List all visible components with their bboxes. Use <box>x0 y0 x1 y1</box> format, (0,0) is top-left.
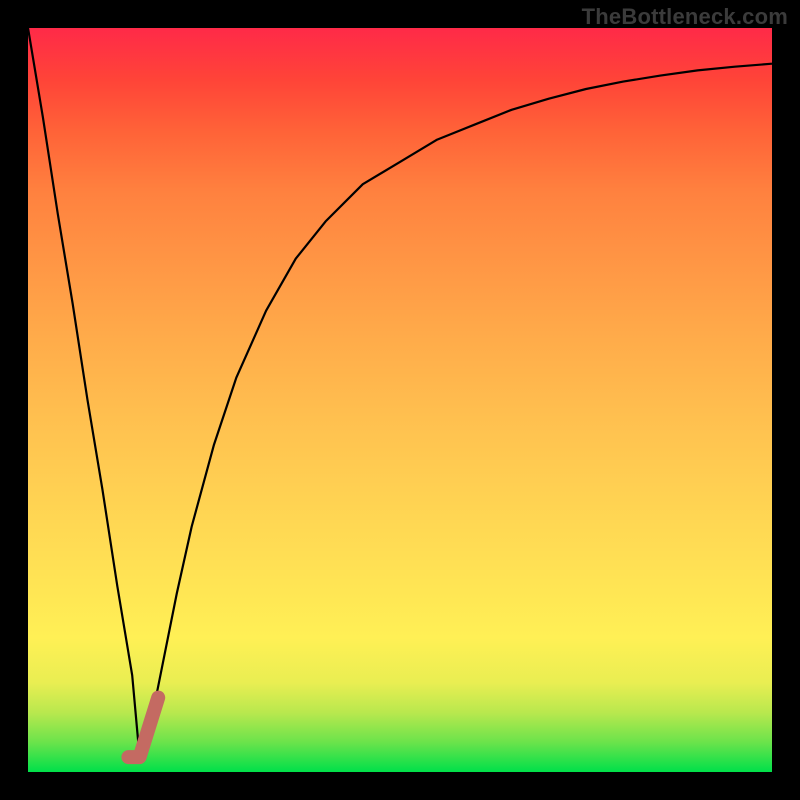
highlight-marker <box>128 698 158 758</box>
watermark-text: TheBottleneck.com <box>582 4 788 30</box>
plot-area <box>28 28 772 772</box>
chart-svg <box>28 28 772 772</box>
chart-frame: TheBottleneck.com <box>0 0 800 800</box>
bottleneck-curve <box>28 28 772 757</box>
